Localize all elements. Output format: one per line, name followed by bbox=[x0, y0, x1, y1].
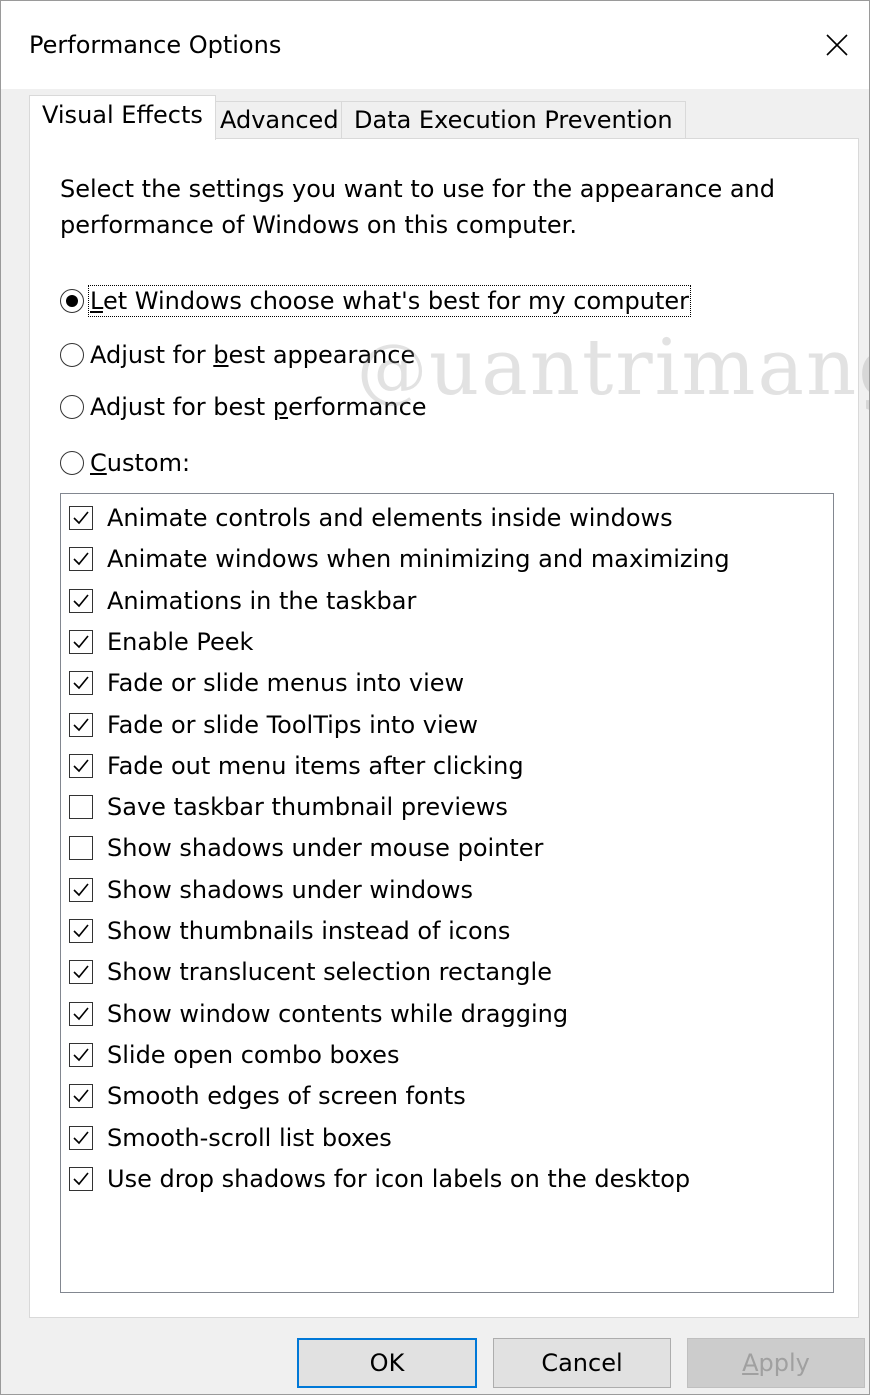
option-row[interactable]: Show shadows under windows bbox=[69, 872, 473, 908]
option-label: Use drop shadows for icon labels on the … bbox=[107, 1164, 691, 1193]
close-icon bbox=[826, 34, 848, 56]
checkbox-checked[interactable] bbox=[69, 547, 93, 572]
visual-effects-panel: Select the settings you want to use for … bbox=[29, 138, 859, 1318]
option-label: Show shadows under mouse pointer bbox=[107, 834, 544, 863]
radio-button[interactable] bbox=[60, 289, 84, 313]
checkbox-checked[interactable] bbox=[69, 1125, 93, 1150]
option-row[interactable]: Animate windows when minimizing and maxi… bbox=[69, 541, 730, 577]
checkbox-checked[interactable] bbox=[69, 671, 93, 696]
checkmark-icon bbox=[73, 1089, 89, 1103]
radio-best-appearance[interactable]: Adjust for best appearance bbox=[60, 337, 415, 373]
option-row[interactable]: Show shadows under mouse pointer bbox=[69, 830, 543, 866]
checkmark-icon bbox=[73, 1130, 89, 1144]
checkmark-icon bbox=[73, 759, 89, 772]
checkbox-checked[interactable] bbox=[69, 1084, 93, 1109]
option-row[interactable]: Show translucent selection rectangle bbox=[69, 954, 552, 990]
title-bar: Performance Options bbox=[1, 1, 869, 89]
option-label: Show thumbnails instead of icons bbox=[107, 917, 511, 945]
checkbox-checked[interactable] bbox=[69, 1166, 93, 1191]
option-row[interactable]: Animations in the taskbar bbox=[69, 583, 416, 619]
option-label: Slide open combo boxes bbox=[107, 1040, 400, 1069]
visual-effects-list[interactable]: Animate controls and elements inside win… bbox=[60, 493, 834, 1293]
option-row[interactable]: Fade or slide ToolTips into view bbox=[69, 707, 478, 743]
tab-advanced[interactable]: Advanced bbox=[207, 101, 352, 139]
option-label: Save taskbar thumbnail previews bbox=[107, 793, 508, 822]
radio-let-windows-choose[interactable]: Let Windows choose what's best for my co… bbox=[60, 283, 692, 319]
option-label: Fade out menu items after clicking bbox=[107, 751, 524, 780]
checkmark-icon bbox=[73, 1007, 89, 1020]
radio-button[interactable] bbox=[60, 343, 84, 367]
checkmark-icon bbox=[73, 594, 89, 607]
checkbox-checked[interactable] bbox=[69, 1001, 93, 1026]
option-label: Smooth-scroll list boxes bbox=[107, 1123, 392, 1152]
checkmark-icon bbox=[73, 635, 89, 649]
option-label: Show translucent selection rectangle bbox=[107, 958, 552, 987]
option-row[interactable]: Slide open combo boxes bbox=[69, 1037, 399, 1073]
checkmark-icon bbox=[73, 965, 89, 979]
option-row[interactable]: Save taskbar thumbnail previews bbox=[69, 789, 508, 825]
radio-label: Adjust for best appearance bbox=[90, 341, 416, 369]
radio-button[interactable] bbox=[60, 451, 84, 475]
option-label: Animate windows when minimizing and maxi… bbox=[107, 545, 730, 574]
option-row[interactable]: Smooth-scroll list boxes bbox=[69, 1120, 392, 1156]
option-row[interactable]: Animate controls and elements inside win… bbox=[69, 500, 673, 536]
checkbox-checked[interactable] bbox=[69, 753, 93, 778]
checkbox-checked[interactable] bbox=[69, 877, 93, 902]
tab-visual-effects[interactable]: Visual Effects bbox=[29, 95, 216, 140]
close-button[interactable] bbox=[815, 23, 859, 67]
checkmark-icon bbox=[73, 1172, 89, 1185]
checkbox-checked[interactable] bbox=[69, 629, 93, 654]
option-label: Enable Peek bbox=[107, 627, 254, 656]
radio-custom[interactable]: Custom: bbox=[60, 445, 190, 481]
apply-button[interactable]: Apply bbox=[687, 1338, 865, 1388]
checkbox-checked[interactable] bbox=[69, 919, 93, 943]
checkmark-icon bbox=[73, 717, 89, 731]
option-label: Animate controls and elements inside win… bbox=[107, 504, 673, 532]
radio-best-performance[interactable]: Adjust for best performance bbox=[60, 389, 427, 425]
checkbox-unchecked[interactable] bbox=[69, 836, 93, 861]
checkmark-icon bbox=[73, 883, 89, 896]
checkbox-checked[interactable] bbox=[69, 1042, 93, 1067]
checkmark-icon bbox=[73, 552, 89, 566]
checkmark-icon bbox=[73, 676, 89, 690]
tab-strip: Visual Effects Advanced Data Execution P… bbox=[29, 95, 859, 140]
checkbox-unchecked[interactable] bbox=[69, 795, 93, 820]
option-row[interactable]: Show window contents while dragging bbox=[69, 996, 568, 1032]
checkbox-checked[interactable] bbox=[69, 506, 93, 530]
option-label: Animations in the taskbar bbox=[107, 586, 417, 615]
checkbox-checked[interactable] bbox=[69, 588, 93, 613]
radio-label: Adjust for best performance bbox=[90, 393, 427, 421]
window-title: Performance Options bbox=[29, 31, 282, 59]
option-row[interactable]: Fade or slide menus into view bbox=[69, 665, 464, 701]
performance-options-dialog: Performance Options Visual Effects Advan… bbox=[0, 0, 870, 1395]
description-text: Select the settings you want to use for … bbox=[60, 175, 775, 239]
option-label: Show shadows under windows bbox=[107, 875, 473, 904]
tab-data-execution-prevention[interactable]: Data Execution Prevention bbox=[341, 101, 686, 139]
cancel-button[interactable]: Cancel bbox=[493, 1338, 671, 1388]
radio-label: Custom: bbox=[90, 449, 191, 477]
checkmark-icon bbox=[73, 511, 89, 525]
option-label: Show window contents while dragging bbox=[107, 999, 569, 1028]
option-label: Smooth edges of screen fonts bbox=[107, 1082, 466, 1111]
option-row[interactable]: Enable Peek bbox=[69, 624, 253, 660]
option-row[interactable]: Fade out menu items after clicking bbox=[69, 748, 524, 784]
option-label: Fade or slide menus into view bbox=[107, 669, 465, 698]
option-label: Fade or slide ToolTips into view bbox=[107, 710, 479, 739]
ok-button[interactable]: OK bbox=[297, 1338, 477, 1388]
checkmark-icon bbox=[73, 1048, 89, 1062]
checkbox-checked[interactable] bbox=[69, 960, 93, 985]
option-row[interactable]: Show thumbnails instead of icons bbox=[69, 913, 510, 949]
checkbox-checked[interactable] bbox=[69, 712, 93, 737]
option-row[interactable]: Use drop shadows for icon labels on the … bbox=[69, 1161, 690, 1197]
checkmark-icon bbox=[73, 924, 89, 938]
radio-button[interactable] bbox=[60, 395, 84, 419]
option-row[interactable]: Smooth edges of screen fonts bbox=[69, 1078, 466, 1114]
radio-label: Let Windows choose what's best for my co… bbox=[87, 285, 692, 317]
